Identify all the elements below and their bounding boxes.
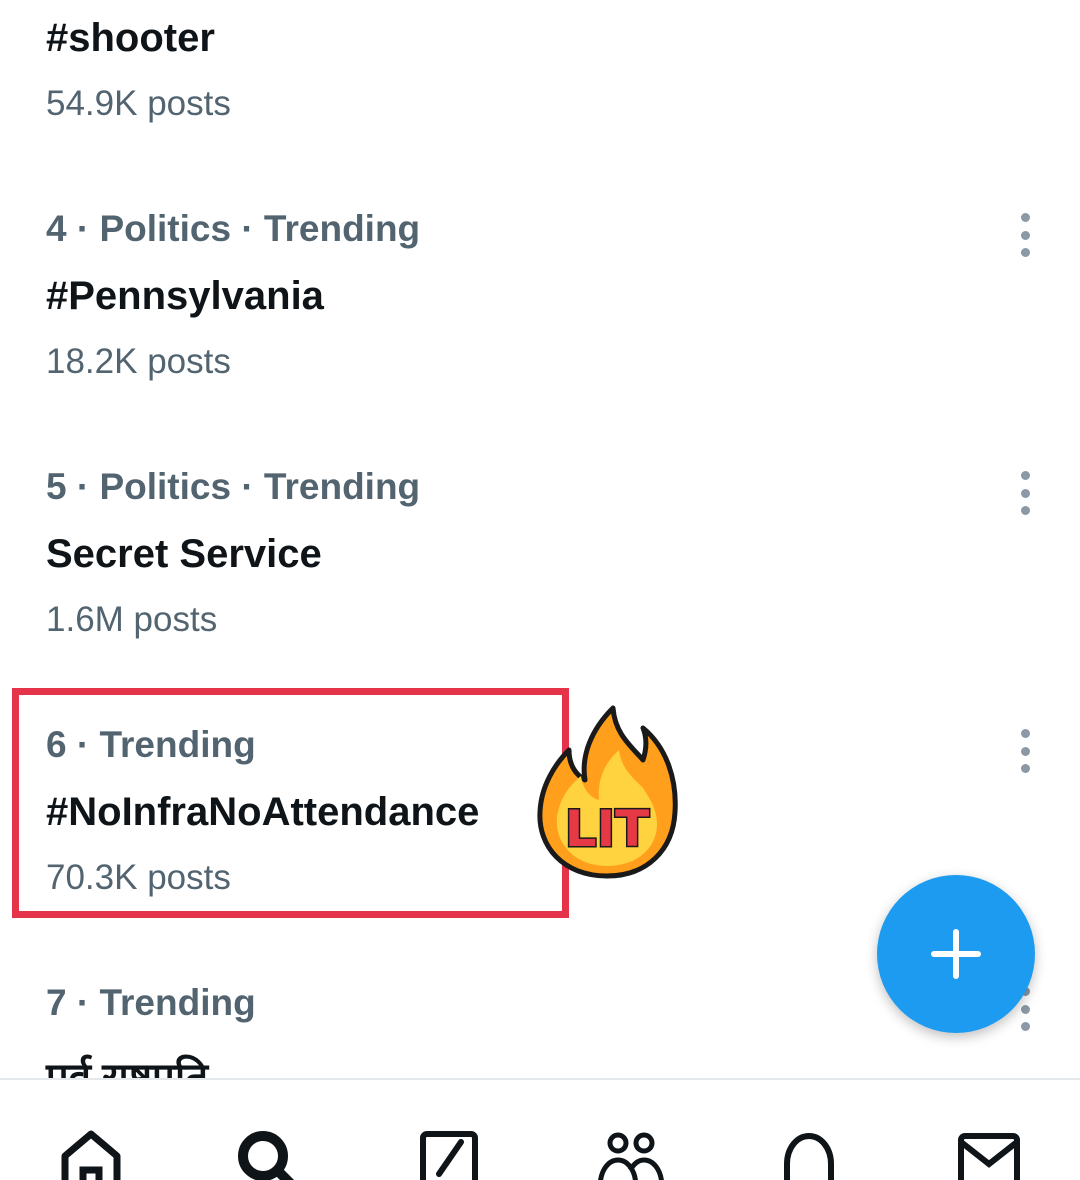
trend-title: Secret Service: [46, 532, 322, 576]
more-options-icon[interactable]: [1010, 729, 1040, 773]
tab-home[interactable]: [56, 1128, 126, 1180]
home-icon: [61, 1130, 121, 1180]
highlight-box: [12, 688, 569, 918]
bottom-nav: [0, 1078, 1080, 1180]
trend-item[interactable]: 4 · Politics · Trending #Pennsylvania 18…: [0, 208, 1080, 408]
mail-icon: [958, 1133, 1020, 1180]
trend-post-count: 18.2K posts: [46, 342, 231, 381]
tab-search[interactable]: [232, 1128, 302, 1180]
bell-icon: [784, 1132, 834, 1180]
trend-item[interactable]: #shooter 54.9K posts: [0, 0, 1080, 150]
trend-item[interactable]: 5 · Politics · Trending Secret Service 1…: [0, 466, 1080, 666]
trend-meta: 4 · Politics · Trending: [46, 208, 421, 249]
fire-icon: LIT: [535, 700, 680, 880]
plus-icon: [931, 929, 981, 979]
trend-post-count: 54.9K posts: [46, 84, 231, 123]
trend-meta: 7 · Trending: [46, 982, 256, 1023]
tab-grok[interactable]: [414, 1128, 484, 1180]
communities-icon: [598, 1132, 664, 1180]
compose-button[interactable]: [877, 875, 1035, 1033]
trend-title: पूर्व राष्ट्रपति: [46, 1056, 209, 1078]
search-icon: [238, 1131, 295, 1180]
tab-messages[interactable]: [954, 1128, 1024, 1180]
tab-notifications[interactable]: [774, 1128, 844, 1180]
more-options-icon[interactable]: [1010, 471, 1040, 515]
trend-meta: 5 · Politics · Trending: [46, 466, 421, 507]
grok-icon: [420, 1131, 478, 1180]
trend-post-count: 1.6M posts: [46, 600, 218, 639]
sticker-text: LIT: [565, 800, 650, 858]
tab-communities[interactable]: [596, 1128, 666, 1180]
trend-title: #Pennsylvania: [46, 274, 324, 318]
more-options-icon[interactable]: [1010, 213, 1040, 257]
trend-title: #shooter: [46, 16, 215, 60]
